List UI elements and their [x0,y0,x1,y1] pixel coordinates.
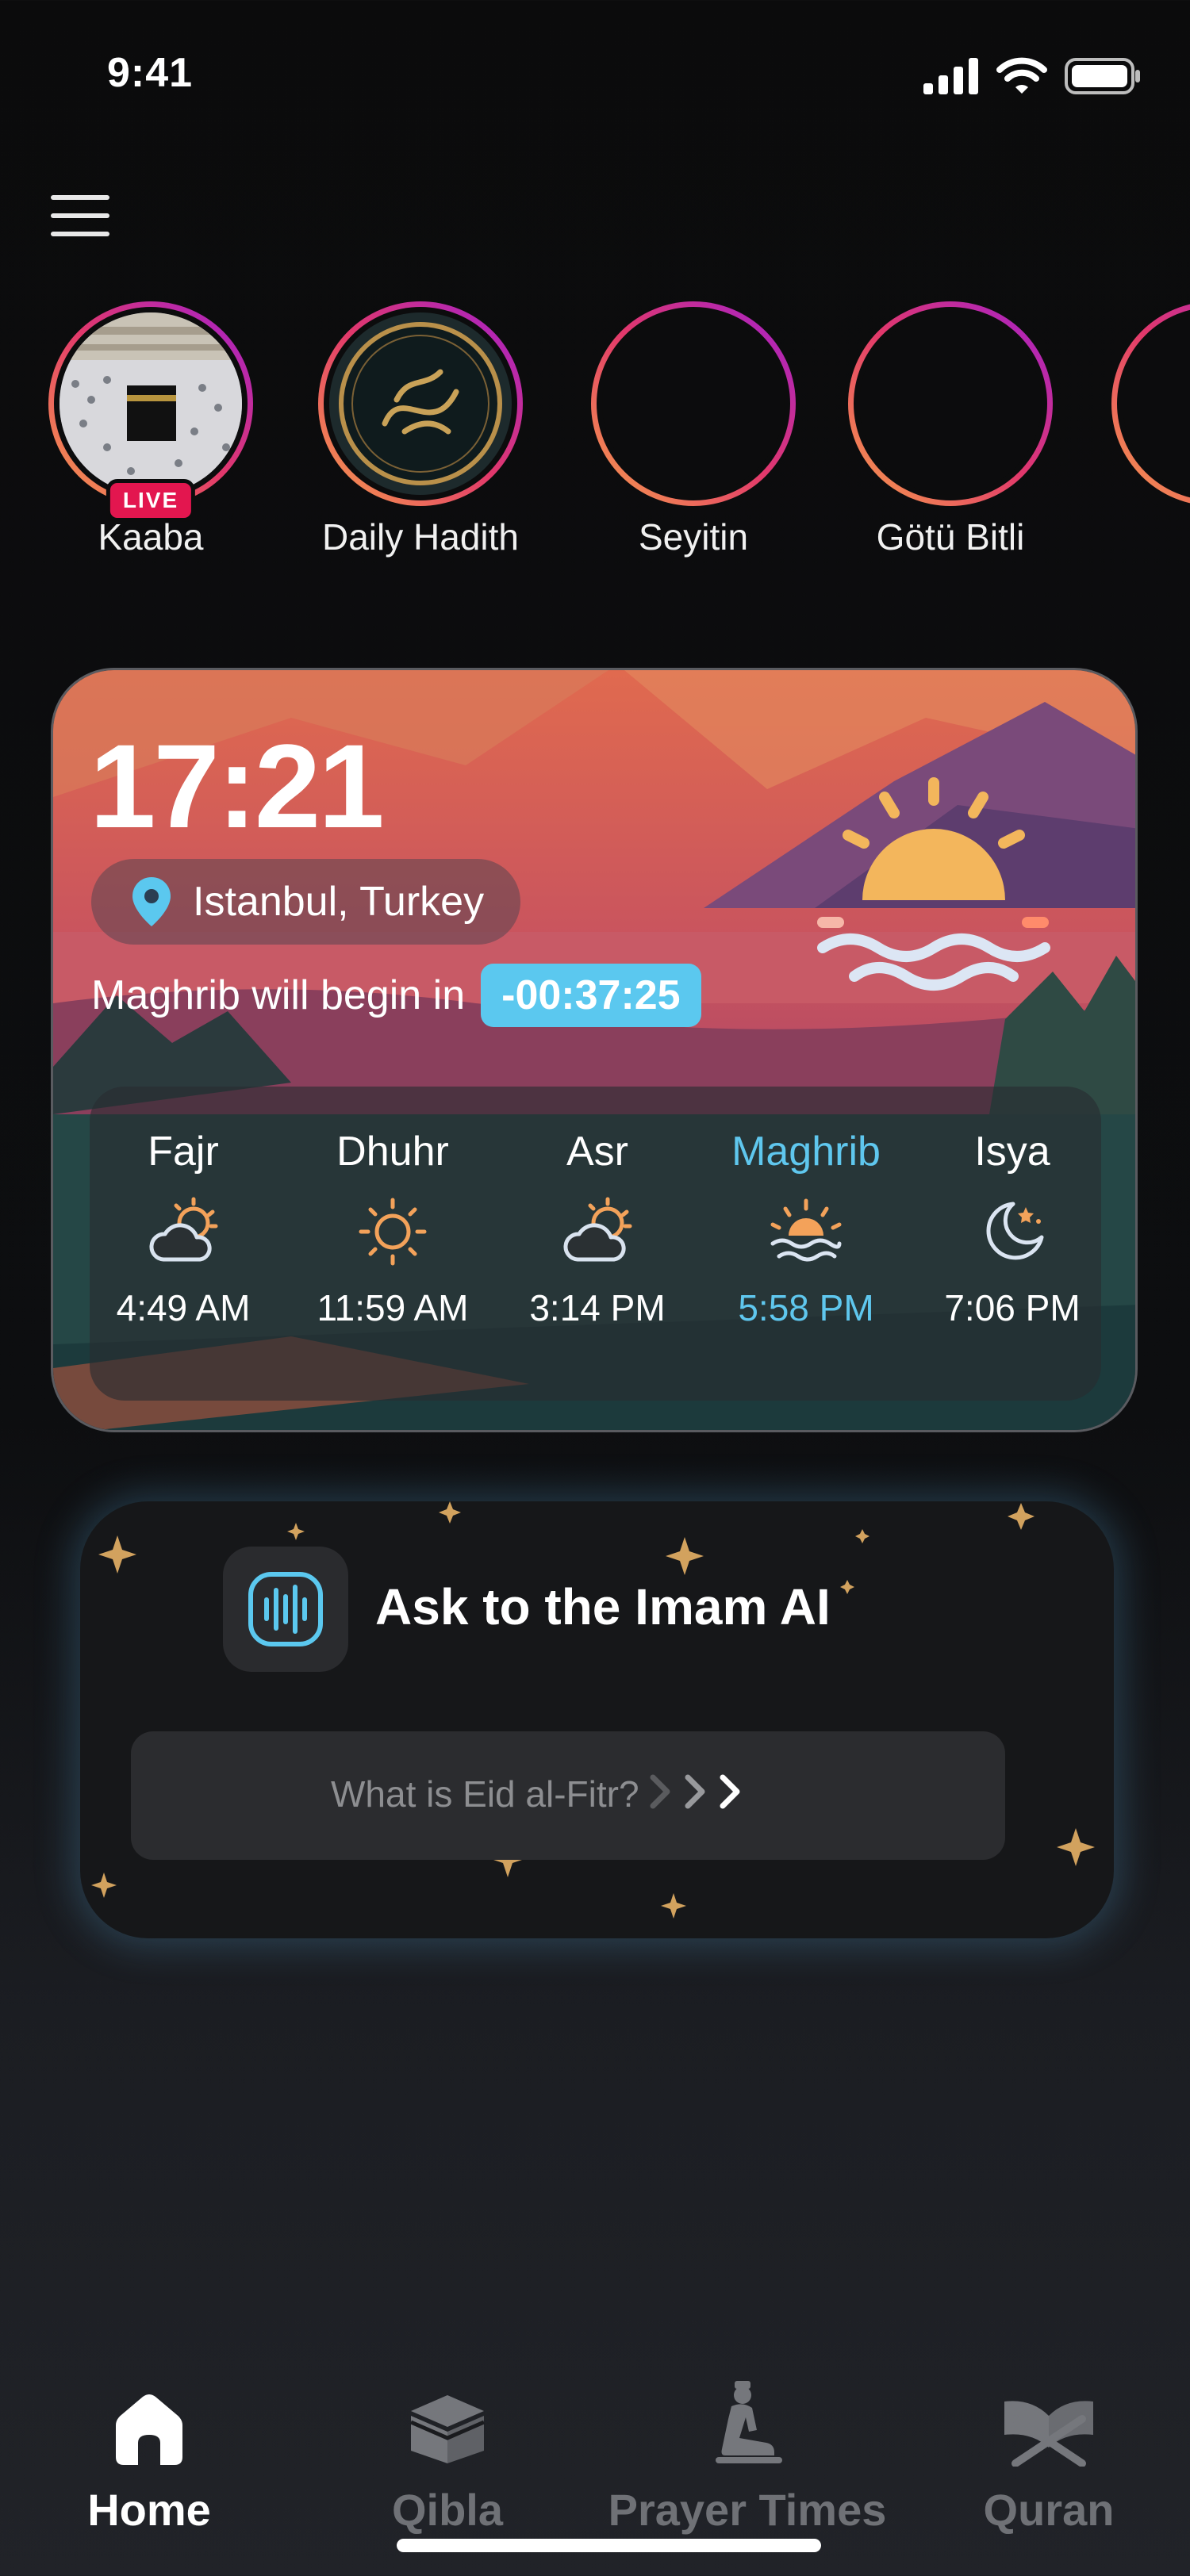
wifi-icon [996,57,1047,94]
prayer-dhuhr[interactable]: Dhuhr 11:59 AM [290,1128,496,1329]
battery-icon [1065,58,1140,94]
tab-home[interactable]: Home [0,2371,300,2536]
prayer-times-card[interactable]: 17:21 Istanbul, Turkey Maghrib will begi… [51,668,1138,1432]
prayer-time: 5:58 PM [738,1287,874,1328]
prayer-time: 4:49 AM [116,1287,251,1328]
sunset-icon [770,1198,842,1262]
story-label: Seyitin [638,516,749,558]
stories-row: LIVE Kaaba Daily Hadith Seyitin Götü Bit… [0,301,1190,563]
prayer-time: 7:06 PM [944,1287,1081,1328]
story-m[interactable]: M [1095,301,1190,558]
ask-imam-card[interactable]: Ask to the Imam AI What is Eid al-Fitr? [80,1501,1114,1938]
live-badge: LIVE [106,479,196,522]
send-chevrons[interactable] [648,1768,742,1815]
chevron-right-icon [650,1774,670,1809]
next-prayer-text: Maghrib will begin in [91,972,466,1018]
tab-label: Home [87,2485,211,2535]
menu-icon[interactable] [51,195,109,240]
hadith-image [329,312,512,495]
prayer-isya[interactable]: Isya 7:06 PM [909,1128,1115,1329]
current-time: 17:21 [90,719,385,853]
voice-wave-icon [223,1547,348,1672]
story-label: Daily Hadith [322,516,519,558]
quran-book-icon [1004,2401,1093,2467]
kaaba-image [60,312,242,495]
location-chip[interactable]: Istanbul, Turkey [91,859,521,945]
prayer-name: Isya [974,1129,1050,1175]
ask-imam-placeholder: What is Eid al-Fitr? [331,1773,639,1815]
story-label: M [1095,516,1190,558]
tab-label: Qibla [391,2485,504,2535]
tab-quran[interactable]: Quran [898,2371,1190,2536]
next-prayer-info: Maghrib will begin in -00:37:25 [91,964,701,1027]
prayer-time: 3:14 PM [529,1287,666,1328]
prayer-fajr[interactable]: Fajr 4:49 AM [80,1128,286,1329]
prayer-time: 11:59 AM [317,1287,469,1328]
prayer-name: Fajr [148,1129,219,1175]
prayer-maghrib[interactable]: Maghrib 5:58 PM [703,1128,909,1329]
home-icon [116,2394,182,2465]
chevron-right-icon [720,1774,740,1809]
story-seyitin[interactable]: Seyitin [574,301,812,558]
sun-icon [359,1198,427,1266]
story-label: Kaaba [98,516,204,558]
chevron-right-icon [685,1774,705,1809]
home-indicator [397,2539,821,2552]
kaaba-icon [410,2395,485,2463]
prayer-name: Dhuhr [336,1129,449,1175]
partly-cloudy-icon [563,1197,632,1262]
story-gotu-bitli[interactable]: Götü Bitli [831,301,1069,558]
signal-icon [923,58,978,94]
tab-qibla[interactable]: Qibla [297,2371,598,2536]
ask-imam-title: Ask to the Imam AI [375,1578,831,1635]
story-label: Götü Bitli [876,516,1025,558]
partly-cloudy-icon [149,1197,218,1262]
praying-person-icon [716,2381,782,2463]
location-text: Istanbul, Turkey [193,879,485,925]
prayer-asr[interactable]: Asr 3:14 PM [494,1128,701,1329]
tab-label: Quran [983,2485,1115,2535]
status-time: 9:41 [107,50,194,96]
story-kaaba[interactable]: LIVE Kaaba [32,301,270,558]
moon-stars-icon [986,1202,1044,1260]
location-pin-icon [132,877,171,926]
prayer-times-panel: Fajr 4:49 AM Dhuhr 11:59 AM Asr 3:14 PM … [90,1087,1101,1401]
tab-prayer-times[interactable]: Prayer Times [597,2371,898,2536]
prayer-name: Maghrib [731,1129,881,1175]
countdown-badge: -00:37:25 [481,964,701,1027]
bottom-tab-bar: Home Qibla Prayer Times Quran [0,2348,1190,2546]
prayer-name: Asr [566,1129,628,1175]
ask-imam-input[interactable]: What is Eid al-Fitr? [131,1731,1005,1860]
story-daily-hadith[interactable]: Daily Hadith [301,301,539,558]
tab-label: Prayer Times [608,2485,887,2535]
status-icons [923,57,1141,95]
